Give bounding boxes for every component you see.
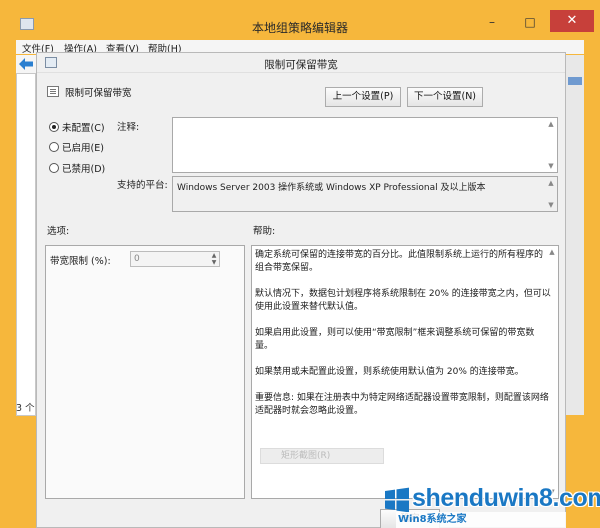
scroll-up-icon[interactable]: ▲ <box>547 120 555 128</box>
policy-setting-icon <box>47 86 59 97</box>
comment-label: 注释: <box>117 122 140 133</box>
radio-label: 已禁用(D) <box>62 164 106 175</box>
parent-titlebar: 本地组策略编辑器 – □ ✕ <box>0 0 600 38</box>
comment-scrollbar[interactable]: ▲ ▼ <box>545 118 557 172</box>
previous-setting-button[interactable]: 上一个设置(P) <box>325 87 401 107</box>
scroll-down-icon[interactable]: ▼ <box>547 162 555 170</box>
options-label: 选项: <box>47 226 70 237</box>
back-arrow-icon[interactable] <box>19 58 33 70</box>
policy-name: 限制可保留带宽 <box>65 88 132 99</box>
close-button[interactable]: ✕ <box>550 10 594 32</box>
dialog-titlebar: 限制可保留带宽 <box>37 53 565 73</box>
radio-not-configured[interactable]: 未配置(C) <box>49 120 105 134</box>
snip-tooltip: 矩形截图(R) <box>260 448 384 464</box>
next-setting-button[interactable]: 下一个设置(N) <box>407 87 483 107</box>
radio-button[interactable] <box>49 122 59 132</box>
radio-disabled[interactable]: 已禁用(D) <box>49 161 105 175</box>
policy-dialog: 限制可保留带宽 限制可保留带宽 上一个设置(P) 下一个设置(N) 未配置(C)… <box>36 52 566 528</box>
radio-button[interactable] <box>49 163 59 173</box>
scroll-up-icon[interactable]: ▲ <box>547 179 555 187</box>
radio-label: 未配置(C) <box>62 123 105 134</box>
supported-platform-value: Windows Server 2003 操作系统或 Windows XP Pro… <box>177 183 486 193</box>
watermark-subtitle: Win8系统之家 <box>396 512 566 528</box>
radio-label: 已启用(E) <box>62 143 104 154</box>
dialog-title: 限制可保留带宽 <box>264 59 338 71</box>
stepper-up-icon[interactable]: ▲ <box>210 252 218 259</box>
help-text: 确定系统可保留的连接带宽的百分比。此值限制系统上运行的所有程序的组合带宽保留。 … <box>255 250 551 416</box>
help-scrollbar[interactable]: ▲ ▼ <box>546 246 558 498</box>
bandwidth-limit-stepper[interactable]: 0 ▲ ▼ <box>130 251 220 267</box>
bandwidth-limit-value: 0 <box>134 254 140 264</box>
scroll-up-icon[interactable]: ▲ <box>548 248 556 256</box>
platform-scrollbar[interactable]: ▲ ▼ <box>545 177 557 211</box>
radio-enabled[interactable]: 已启用(E) <box>49 140 104 154</box>
tree-pane[interactable] <box>16 73 36 416</box>
maximize-button[interactable]: □ <box>516 12 544 32</box>
bandwidth-limit-label: 带宽限制 (%): <box>50 256 111 267</box>
scroll-down-icon[interactable]: ▼ <box>547 201 555 209</box>
options-pane: 带宽限制 (%): 0 ▲ ▼ <box>45 245 245 499</box>
help-pane[interactable]: 确定系统可保留的连接带宽的百分比。此值限制系统上运行的所有程序的组合带宽保留。 … <box>251 245 559 499</box>
windows-logo-icon <box>385 487 409 513</box>
selected-row-marker <box>568 77 582 85</box>
watermark-site: shenduwin8.com <box>412 484 600 512</box>
help-label: 帮助: <box>253 226 276 237</box>
supported-platform-label: 支持的平台: <box>117 180 168 191</box>
minimize-button[interactable]: – <box>478 12 506 32</box>
radio-button[interactable] <box>49 142 59 152</box>
toolbar <box>16 55 36 73</box>
supported-platform-box: Windows Server 2003 操作系统或 Windows XP Pro… <box>172 176 558 212</box>
stepper-down-icon[interactable]: ▼ <box>210 259 218 266</box>
comment-textarea[interactable]: ▲ ▼ <box>172 117 558 173</box>
parent-right-pane <box>566 55 584 415</box>
snip-tooltip-label: 矩形截图(R) <box>281 451 331 461</box>
parent-window-title: 本地组策略编辑器 <box>251 21 348 35</box>
